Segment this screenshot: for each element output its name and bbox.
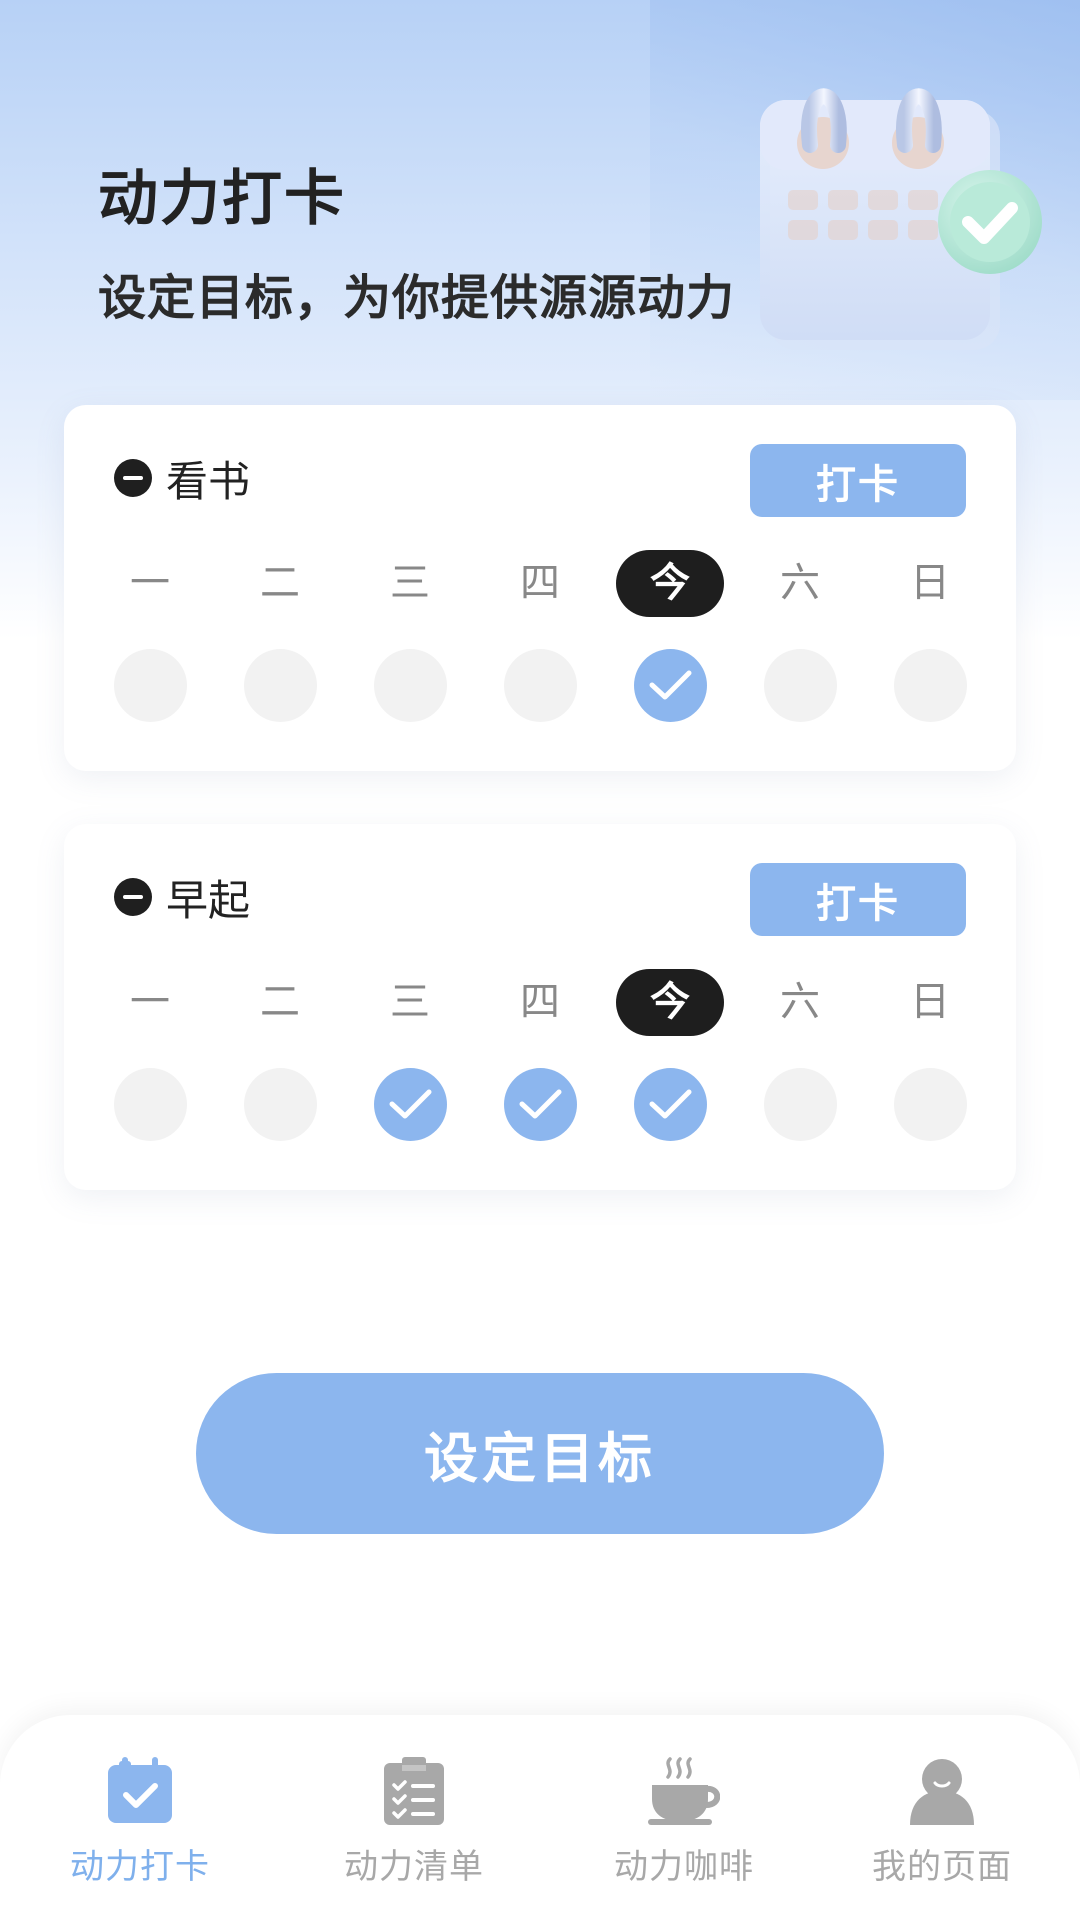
tab-coffee[interactable]: 动力咖啡 [584, 1755, 784, 1905]
habit-card: 早起 打卡 一 二 三 四 今 六 日 [64, 824, 1016, 1190]
day-status-dot [244, 649, 317, 722]
checkmark-icon [519, 1089, 562, 1119]
user-icon [910, 1759, 974, 1825]
weekday-row: 一 二 三 四 今 六 日 [64, 550, 1016, 617]
day-status-dot [894, 649, 967, 722]
weekday-label-today: 今 [616, 969, 724, 1036]
day-status-dot [764, 1068, 837, 1141]
habit-header: 早起 [114, 862, 250, 932]
day-status-dot [244, 1068, 317, 1141]
day-status-dot [504, 649, 577, 722]
tab-list[interactable]: 动力清单 [314, 1755, 514, 1905]
weekday-label: 一 [130, 979, 170, 1025]
tab-label: 动力咖啡 [614, 1847, 754, 1887]
remove-habit-icon[interactable] [114, 878, 152, 916]
habit-name: 早起 [166, 875, 251, 925]
page-subtitle: 设定目标，为你提供源源动力 [98, 270, 736, 326]
day-status-dot-completed [634, 1068, 707, 1141]
day-status-dot [894, 1068, 967, 1141]
calendar-check-icon [108, 1757, 172, 1823]
remove-habit-icon[interactable] [114, 459, 152, 497]
day-status-dot [374, 649, 447, 722]
weekday-label: 四 [520, 979, 560, 1025]
weekday-label: 二 [260, 560, 300, 606]
day-status-dot [764, 649, 837, 722]
day-status-dot-completed [634, 649, 707, 722]
weekday-label: 一 [130, 560, 170, 606]
tab-checkin[interactable]: 动力打卡 [40, 1755, 240, 1905]
checkmark-icon [649, 670, 692, 700]
tab-label: 动力打卡 [70, 1847, 210, 1887]
page-title: 动力打卡 [98, 164, 346, 234]
weekday-label: 三 [390, 560, 430, 606]
tab-label: 动力清单 [344, 1847, 484, 1887]
calendar-illustration-icon [760, 88, 1042, 350]
weekday-label: 日 [910, 560, 950, 606]
weekday-label: 四 [520, 560, 560, 606]
weekday-label: 日 [910, 979, 950, 1025]
tab-label: 我的页面 [872, 1847, 1012, 1887]
weekday-label: 二 [260, 979, 300, 1025]
weekday-row: 一 二 三 四 今 六 日 [64, 969, 1016, 1036]
bottom-tab-bar: 动力打卡 动力清单 动力咖啡 我的页面 [0, 1715, 1080, 1920]
weekday-label: 三 [390, 979, 430, 1025]
day-status-dot [114, 1068, 187, 1141]
habit-card: 看书 打卡 一 二 三 四 今 六 日 [64, 405, 1016, 771]
day-status-dot-completed [504, 1068, 577, 1141]
weekday-label-today: 今 [616, 550, 724, 617]
weekday-label: 六 [780, 560, 820, 606]
clipboard-list-icon [384, 1757, 444, 1825]
day-status-dot-completed [374, 1068, 447, 1141]
completion-row [64, 649, 1016, 723]
set-goal-button[interactable]: 设定目标 [196, 1373, 884, 1534]
checkin-button[interactable]: 打卡 [750, 444, 966, 517]
completion-row [64, 1068, 1016, 1142]
weekday-label: 六 [780, 979, 820, 1025]
day-status-dot [114, 649, 187, 722]
habit-header: 看书 [114, 443, 250, 513]
checkmark-icon [649, 1089, 692, 1119]
tab-profile[interactable]: 我的页面 [842, 1755, 1042, 1905]
habit-name: 看书 [166, 456, 251, 506]
checkmark-icon [389, 1089, 432, 1119]
coffee-cup-icon [648, 1757, 720, 1825]
checkin-button[interactable]: 打卡 [750, 863, 966, 936]
